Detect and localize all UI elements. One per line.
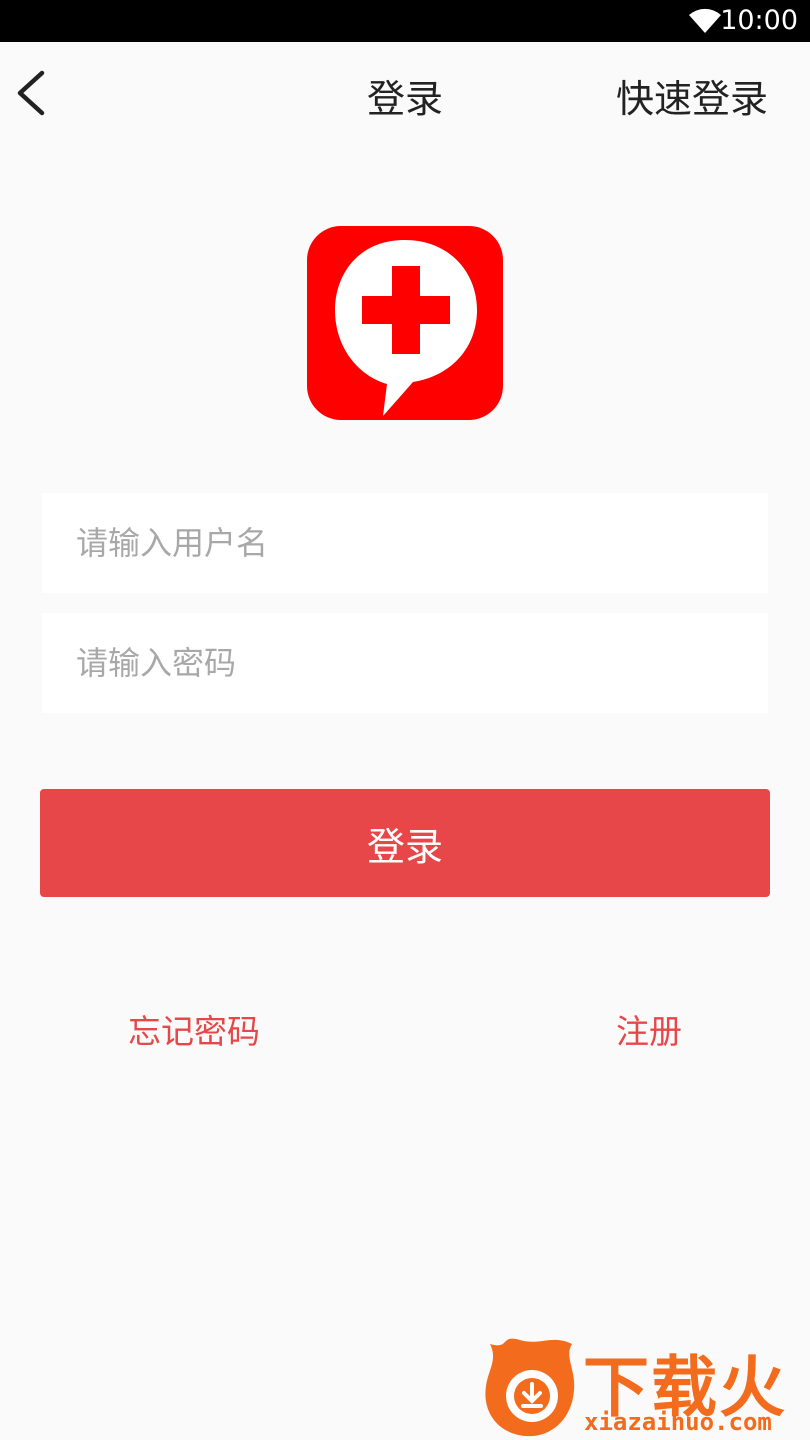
username-field-container (42, 493, 768, 593)
wifi-icon (689, 8, 721, 33)
login-button[interactable]: 登录 (40, 789, 770, 897)
password-field-container (42, 613, 768, 713)
status-time: 10:00 (720, 5, 798, 36)
flame-download-icon (485, 1338, 575, 1437)
username-input[interactable] (42, 493, 768, 593)
watermark: 下载火 xiazaihuo.com (480, 1330, 810, 1440)
app-logo (307, 226, 503, 420)
quick-login-button[interactable]: 快速登录 (616, 68, 768, 123)
register-link[interactable]: 注册 (616, 1005, 682, 1053)
password-input[interactable] (42, 613, 768, 713)
forgot-password-link[interactable]: 忘记密码 (128, 1005, 260, 1053)
top-nav: 登录 快速登录 (0, 42, 810, 142)
watermark-url: xiazaihuo.com (584, 1408, 772, 1436)
status-bar: 10:00 (0, 0, 810, 42)
